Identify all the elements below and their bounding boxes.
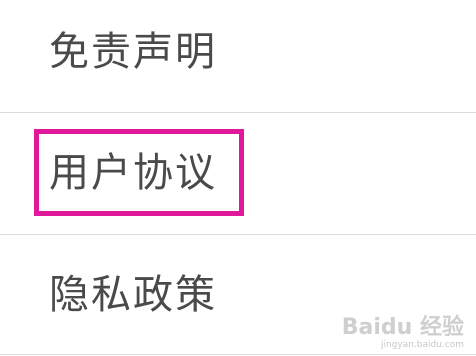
- watermark-logo-text: Baidu 经验: [341, 315, 464, 340]
- menu-item-disclaimer[interactable]: 免责声明: [0, 0, 476, 110]
- highlight-annotation-box: [34, 129, 244, 216]
- watermark: Baidu 经验 jingyan.baidu.com: [341, 315, 464, 351]
- divider: [0, 354, 476, 355]
- menu-item-label: 免责声明: [49, 29, 217, 75]
- watermark-url: jingyan.baidu.com: [380, 340, 464, 350]
- menu-item-label: 隐私政策: [49, 272, 217, 318]
